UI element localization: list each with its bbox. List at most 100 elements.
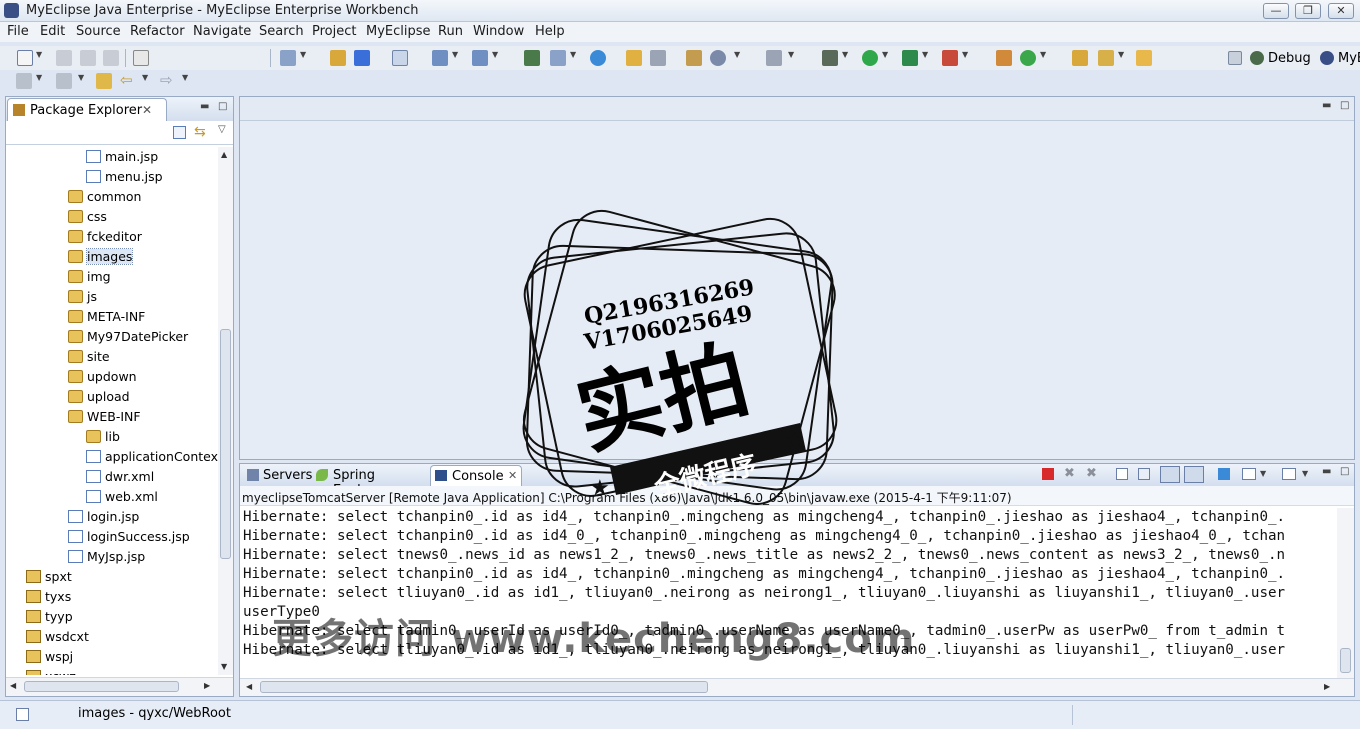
external-tools-icon[interactable] <box>942 50 958 66</box>
scroll-lock-icon[interactable] <box>1138 468 1150 480</box>
web-icon[interactable] <box>686 50 702 66</box>
server-icon[interactable] <box>280 50 296 66</box>
open-project-icon[interactable] <box>1072 50 1088 66</box>
editor-minimize-icon[interactable]: ▬ <box>1322 100 1331 111</box>
show-on-stdout-icon[interactable] <box>1160 466 1180 483</box>
calculator-icon[interactable] <box>133 50 149 66</box>
tab-servers[interactable]: Servers <box>243 465 312 486</box>
tree-item-label: lib <box>105 429 120 444</box>
scroll-right-icon[interactable]: ▶ <box>204 681 210 690</box>
console-minimize-icon[interactable]: ▬ <box>1322 466 1331 477</box>
link-editor-icon[interactable]: ⇆ <box>194 124 206 140</box>
plugin-icon[interactable] <box>996 50 1012 66</box>
menu-edit[interactable]: Edit <box>40 24 65 39</box>
tree-item-label: site <box>87 349 110 364</box>
open-console-icon[interactable] <box>1282 468 1296 480</box>
tree-item-label: img <box>87 269 111 284</box>
folder-icon <box>68 290 83 303</box>
new-icon[interactable] <box>17 50 33 66</box>
console-scroll-thumb[interactable] <box>1340 648 1351 673</box>
save-icon[interactable] <box>56 50 72 66</box>
scroll-right-icon[interactable]: ▶ <box>1324 682 1330 691</box>
pencil-icon[interactable] <box>1098 50 1114 66</box>
menu-help[interactable]: Help <box>535 24 565 39</box>
folder-icon <box>68 270 83 283</box>
run-config-icon[interactable] <box>902 50 918 66</box>
deploy-icon[interactable] <box>354 50 370 66</box>
db-icon[interactable] <box>392 50 408 66</box>
project-icon <box>26 610 41 623</box>
save-all-icon[interactable] <box>80 50 96 66</box>
close-button[interactable]: ✕ <box>1328 3 1354 19</box>
tree-item-label: login.jsp <box>87 509 140 524</box>
view-menu-icon[interactable]: ▽ <box>218 124 226 135</box>
tab-package-explorer[interactable]: Package Explorer ✕ <box>7 98 167 121</box>
menu-navigate[interactable]: Navigate <box>193 24 251 39</box>
forward-icon[interactable]: ⇨ <box>160 73 176 89</box>
wizard-icon[interactable] <box>432 50 448 66</box>
globe-icon[interactable] <box>590 50 606 66</box>
gear-icon[interactable] <box>650 50 666 66</box>
tab-spring-explorer[interactable]: Spring Explorer <box>312 465 429 498</box>
scroll-down-icon[interactable]: ▼ <box>221 662 227 671</box>
fast-view-icon[interactable] <box>16 708 29 721</box>
console-maximize-icon[interactable]: □ <box>1340 466 1349 477</box>
open-perspective-icon[interactable] <box>1228 51 1242 65</box>
bug-icon[interactable] <box>822 50 838 66</box>
editor-maximize-icon[interactable]: □ <box>1340 100 1349 111</box>
package-icon[interactable] <box>330 50 346 66</box>
tree-hscroll-thumb[interactable] <box>24 681 179 692</box>
clear-console-icon[interactable] <box>1116 468 1128 480</box>
search-icon[interactable] <box>472 50 488 66</box>
remove-launch-icon[interactable]: ✖ <box>1064 466 1075 481</box>
scroll-left-icon[interactable]: ◀ <box>10 681 16 690</box>
terminate-icon[interactable] <box>1042 468 1054 480</box>
menu-refactor[interactable]: Refactor <box>130 24 185 39</box>
restore-button[interactable]: ❐ <box>1295 3 1321 19</box>
console-hscroll-thumb[interactable] <box>260 681 708 693</box>
browser-icon[interactable] <box>710 50 726 66</box>
console-line: Hibernate: select tchanpin0_.id as id4_0… <box>243 528 1286 544</box>
menu-window[interactable]: Window <box>473 24 524 39</box>
run-icon[interactable] <box>862 50 878 66</box>
perspective-switcher: Debug MyE <box>1190 46 1360 70</box>
folder-icon <box>68 190 83 203</box>
monitor-icon[interactable] <box>766 50 782 66</box>
open-type-icon[interactable] <box>550 50 566 66</box>
menu-file[interactable]: File <box>7 24 29 39</box>
back-icon[interactable]: ⇦ <box>120 73 136 89</box>
pin-console-icon[interactable] <box>1218 468 1230 480</box>
tree-scroll-thumb[interactable] <box>220 329 231 559</box>
menu-search[interactable]: Search <box>259 24 304 39</box>
menu-source[interactable]: Source <box>76 24 121 39</box>
collapse-all-icon[interactable] <box>173 126 186 139</box>
menu-project[interactable]: Project <box>312 24 356 39</box>
show-on-stderr-icon[interactable] <box>1184 466 1204 483</box>
minimize-view-icon[interactable]: ▬ <box>200 101 209 112</box>
menu-run[interactable]: Run <box>438 24 463 39</box>
myeclipse-perspective[interactable]: MyE <box>1338 51 1360 66</box>
folder-open-icon[interactable] <box>1136 50 1152 66</box>
remove-all-icon[interactable]: ✖ <box>1086 466 1097 481</box>
last-edit-icon[interactable] <box>96 73 112 89</box>
scroll-left-icon[interactable]: ◀ <box>246 682 252 691</box>
debug-perspective[interactable]: Debug <box>1268 51 1311 66</box>
file-icon <box>86 170 101 183</box>
refresh-icon[interactable] <box>1020 50 1036 66</box>
open-folder-icon[interactable] <box>626 50 642 66</box>
minimize-button[interactable]: — <box>1263 3 1289 19</box>
print-icon[interactable] <box>103 50 119 66</box>
scroll-up-icon[interactable]: ▲ <box>221 150 227 159</box>
prev-annotation-icon[interactable] <box>56 73 72 89</box>
menu-myeclipse[interactable]: MyEclipse <box>366 24 431 39</box>
display-console-icon[interactable] <box>1242 468 1256 480</box>
console-vertical-scrollbar[interactable] <box>1337 508 1354 678</box>
folder-icon <box>68 390 83 403</box>
close-icon[interactable]: ✕ <box>142 103 152 117</box>
tree-item-label: fckeditor <box>87 229 142 244</box>
maximize-view-icon[interactable]: □ <box>218 101 227 112</box>
folder-icon <box>68 230 83 243</box>
tree-item-label: menu.jsp <box>105 169 163 184</box>
hierarchy-icon[interactable] <box>524 50 540 66</box>
next-annotation-icon[interactable] <box>16 73 32 89</box>
